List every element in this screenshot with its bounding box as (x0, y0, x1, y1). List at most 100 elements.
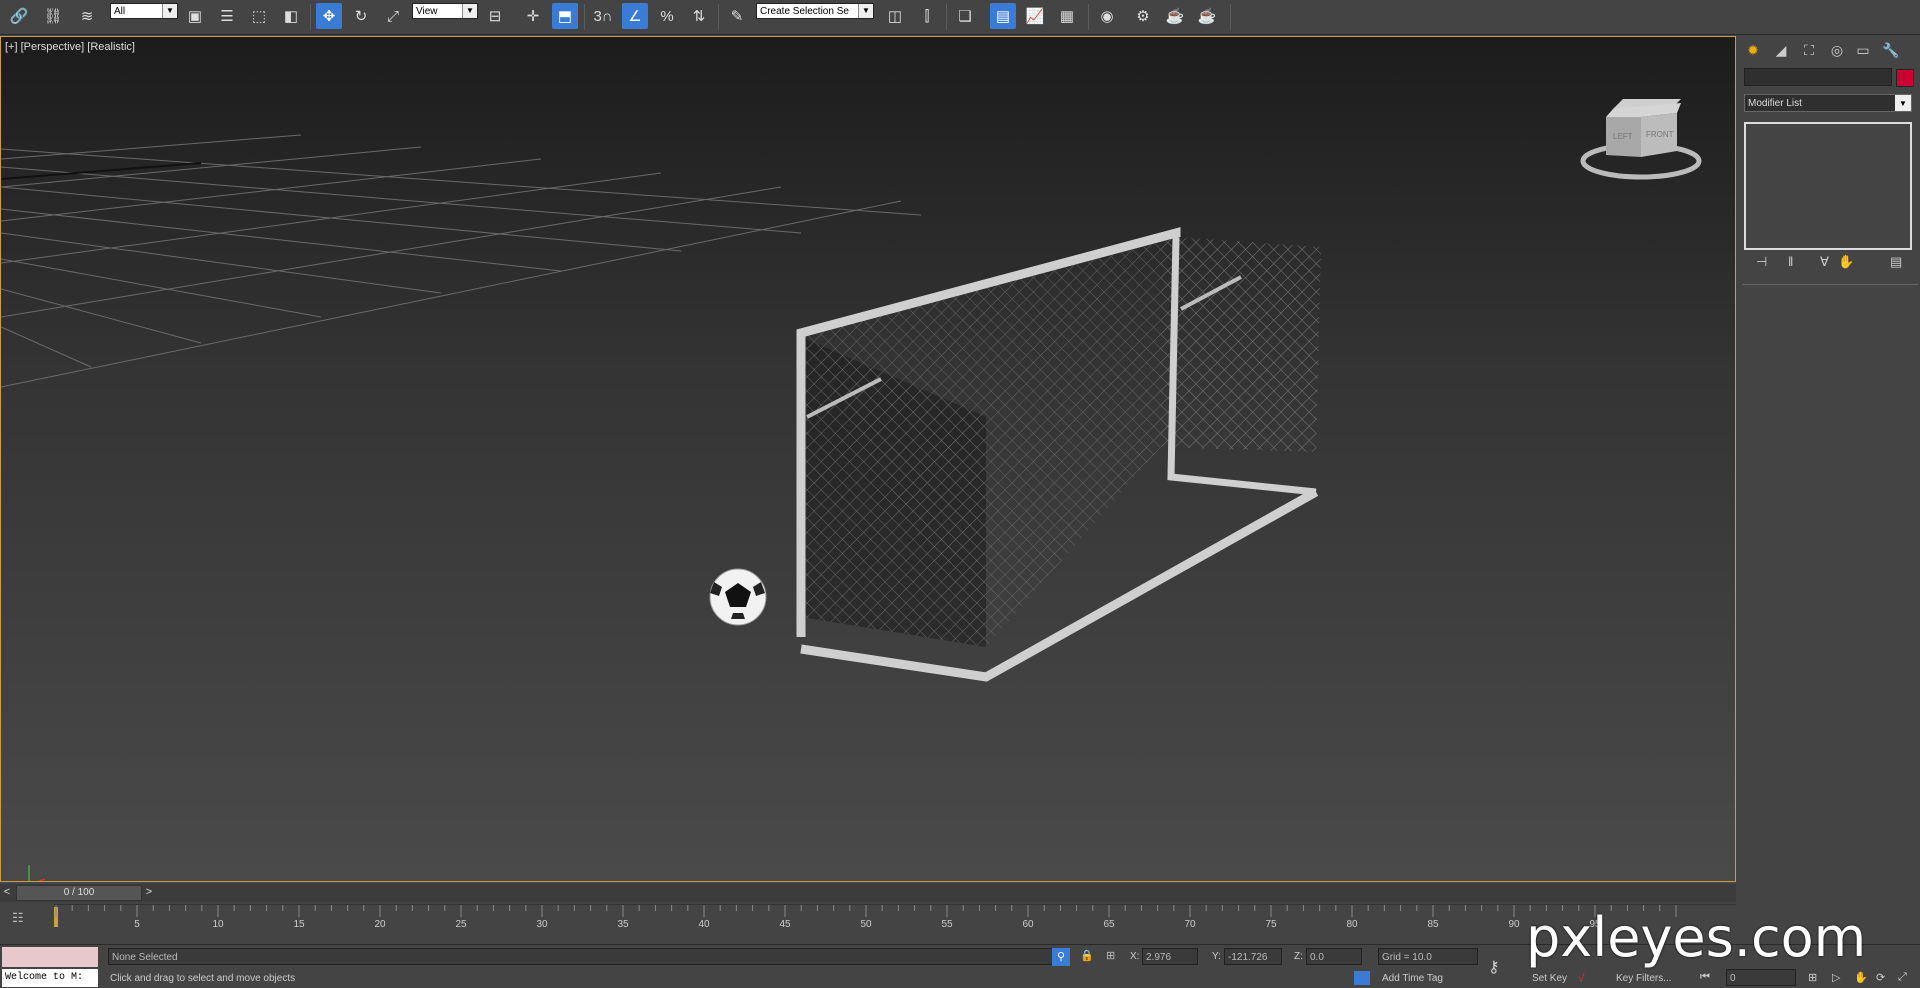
watermark: pxleyes.com (1526, 906, 1867, 969)
scene-explorer-icon[interactable]: ▤ (990, 3, 1016, 29)
selection-filter-dropdown[interactable]: All ▼ (110, 3, 178, 19)
goal-net-model (796, 227, 1321, 682)
ruler-tick-label: 55 (941, 919, 953, 930)
soccer-ball-model (709, 568, 767, 626)
angle-snap-icon[interactable]: ∠ (622, 3, 648, 29)
ruler-tick-label: 10 (212, 919, 224, 930)
rendered-frame-window-icon[interactable]: ☕ (1162, 3, 1188, 29)
trackbar-menu-icon: ☷ (12, 910, 24, 925)
select-and-move-icon[interactable]: ✥ (316, 3, 342, 29)
default-tangent-icon[interactable]: √ (1578, 971, 1585, 985)
reference-coordinate-dropdown[interactable]: View ▼ (412, 3, 478, 19)
y-label: Y: (1212, 951, 1221, 962)
set-key-button[interactable]: Set Key (1532, 973, 1567, 984)
object-name-field[interactable] (1744, 68, 1892, 86)
grid-spacing: Grid = 10.0 (1378, 948, 1478, 965)
main-toolbar: 🔗 ⛓ ≋ All ▼ ▣ ☰ ⬚ ◧ ✥ ↻ ⤢ View ▼ ⊟ ✛ ⬒ 3 ∩ … (0, 0, 1920, 35)
viewcube[interactable]: LEFT FRONT (1580, 99, 1702, 180)
key-filters-button[interactable]: Key Filters... (1616, 973, 1672, 984)
align-icon[interactable]: ⫿ (914, 3, 940, 29)
material-editor-icon[interactable]: ◉ (1094, 3, 1120, 29)
pan-view-icon[interactable]: ✋ (1854, 971, 1868, 984)
trackbar-menu[interactable]: ☷ (0, 904, 52, 944)
render-setup-icon[interactable]: ⚙ (1130, 3, 1156, 29)
edit-named-selection-icon[interactable]: ✎ (724, 3, 750, 29)
bind-to-space-warp-icon[interactable]: ≋ (74, 3, 100, 29)
ruler-tick-label: 45 (779, 919, 791, 930)
z-coordinate-field[interactable]: 0.0 (1306, 948, 1362, 965)
scene-canvas: LEFT FRONT (1, 99, 1702, 881)
ruler-tick-label: 50 (860, 919, 872, 930)
perspective-viewport[interactable]: [+] [Perspective] [Realistic] LEFT FRONT (0, 36, 1736, 882)
modify-tab-icon[interactable]: ◢ (1770, 40, 1792, 60)
utilities-tab-icon[interactable]: 🔧 (1880, 40, 1902, 60)
select-and-link-icon[interactable]: 🔗 (6, 3, 32, 29)
track-bar[interactable]: 5 10 15 20 25 30 35 40 45 50 55 60 65 70 75 80 85 90 95 (54, 904, 1736, 945)
viewcube-left-label: LEFT (1613, 132, 1633, 141)
select-and-scale-icon[interactable]: ⤢ (380, 3, 406, 29)
percent-snap-icon[interactable]: % (654, 3, 680, 29)
select-and-rotate-icon[interactable]: ↻ (348, 3, 374, 29)
maxscript-listener[interactable]: Welcome to M: (2, 969, 98, 987)
ruler-tick-label: 70 (1184, 919, 1196, 930)
prompt-line: Click and drag to select and move object… (110, 973, 296, 984)
select-object-icon[interactable]: ▣ (182, 3, 208, 29)
axis-tripod-icon (28, 865, 46, 881)
select-by-name-icon[interactable]: ☰ (214, 3, 240, 29)
pin-stack-icon[interactable]: ⊣ (1756, 254, 1767, 270)
go-to-start-icon[interactable]: ⏮ (1700, 971, 1710, 984)
ruler-tick-label: 60 (1022, 919, 1034, 930)
window-crossing-icon[interactable]: ◧ (278, 3, 304, 29)
schematic-view-icon[interactable]: ▦ (1054, 3, 1080, 29)
current-frame-field[interactable]: 0 (1726, 969, 1796, 986)
zoom-extents-icon[interactable]: ⊞ (1808, 971, 1817, 984)
prev-frame-button[interactable]: < (0, 886, 14, 898)
rectangular-selection-icon[interactable]: ⬚ (246, 3, 272, 29)
display-tab-icon[interactable]: ▭ (1852, 40, 1874, 60)
set-key-icon[interactable]: ⚷ (1488, 957, 1500, 977)
selection-count: None Selected (108, 948, 1058, 965)
viewcube-front-label: FRONT (1646, 130, 1674, 139)
maximize-viewport-icon[interactable]: ⤢ (1898, 971, 1907, 984)
curve-editor-icon[interactable]: 📈 (1022, 3, 1048, 29)
motion-tab-icon[interactable]: ◎ (1826, 40, 1848, 60)
next-frame-button[interactable]: > (142, 886, 156, 898)
time-tag-icon[interactable] (1354, 971, 1370, 985)
isolate-selection-icon[interactable]: ⚲ (1052, 948, 1070, 966)
modifier-stack[interactable] (1744, 122, 1912, 250)
add-time-tag[interactable]: Add Time Tag (1382, 973, 1443, 984)
selection-lock-icon[interactable]: 🔒 (1080, 949, 1094, 962)
mirror-icon[interactable]: ◫ (882, 3, 908, 29)
home-grid (1, 134, 922, 388)
create-tab-icon[interactable]: ✹ (1742, 40, 1764, 60)
absolute-mode-icon[interactable]: ⊞ (1106, 949, 1115, 962)
make-unique-icon[interactable]: ∀ (1820, 254, 1829, 270)
select-and-manipulate-icon[interactable]: ✛ (520, 3, 546, 29)
time-slider[interactable]: < 0 / 100 > (0, 884, 1736, 902)
spinner-snap-icon[interactable]: ⇅ (686, 3, 712, 29)
hierarchy-tab-icon[interactable]: ⛶ (1798, 40, 1820, 60)
field-of-view-icon[interactable]: ▷ (1832, 971, 1840, 984)
ruler-tick-label: 35 (617, 919, 629, 930)
maxscript-listener-top[interactable] (2, 947, 98, 967)
layer-manager-icon[interactable]: ❏ (952, 3, 978, 29)
x-coordinate-field[interactable]: 2.976 (1142, 948, 1198, 965)
time-slider-thumb[interactable]: 0 / 100 (16, 885, 142, 901)
y-coordinate-field[interactable]: -121.726 (1224, 948, 1282, 965)
named-selection-dropdown[interactable]: Create Selection Se ▼ (756, 3, 874, 19)
command-panel: ✹ ◢ ⛶ ◎ ▭ 🔧 Modifier List ▼ ⊣ ‖ ∀ ✋ ▤ (1740, 36, 1920, 986)
orbit-icon[interactable]: ⟳ (1876, 971, 1885, 984)
remove-modifier-icon[interactable]: ✋ (1838, 254, 1854, 270)
use-pivot-center-icon[interactable]: ⊟ (482, 3, 508, 29)
ruler-tick-label: 90 (1508, 919, 1520, 930)
ruler-tick-label: 30 (536, 919, 548, 930)
show-end-result-icon[interactable]: ‖ (1788, 254, 1793, 269)
keyboard-shortcut-override-icon[interactable]: ⬒ (552, 3, 578, 29)
render-production-icon[interactable]: ☕ (1194, 3, 1220, 29)
unlink-icon[interactable]: ⛓ (40, 3, 66, 29)
modifier-list-dropdown[interactable]: Modifier List ▼ (1744, 94, 1912, 112)
ruler-tick-label: 40 (698, 919, 710, 930)
configure-modifier-sets-icon[interactable]: ▤ (1890, 254, 1902, 270)
object-color-swatch[interactable] (1896, 69, 1914, 87)
snaps-toggle-icon[interactable]: 3 ∩ (590, 3, 616, 29)
